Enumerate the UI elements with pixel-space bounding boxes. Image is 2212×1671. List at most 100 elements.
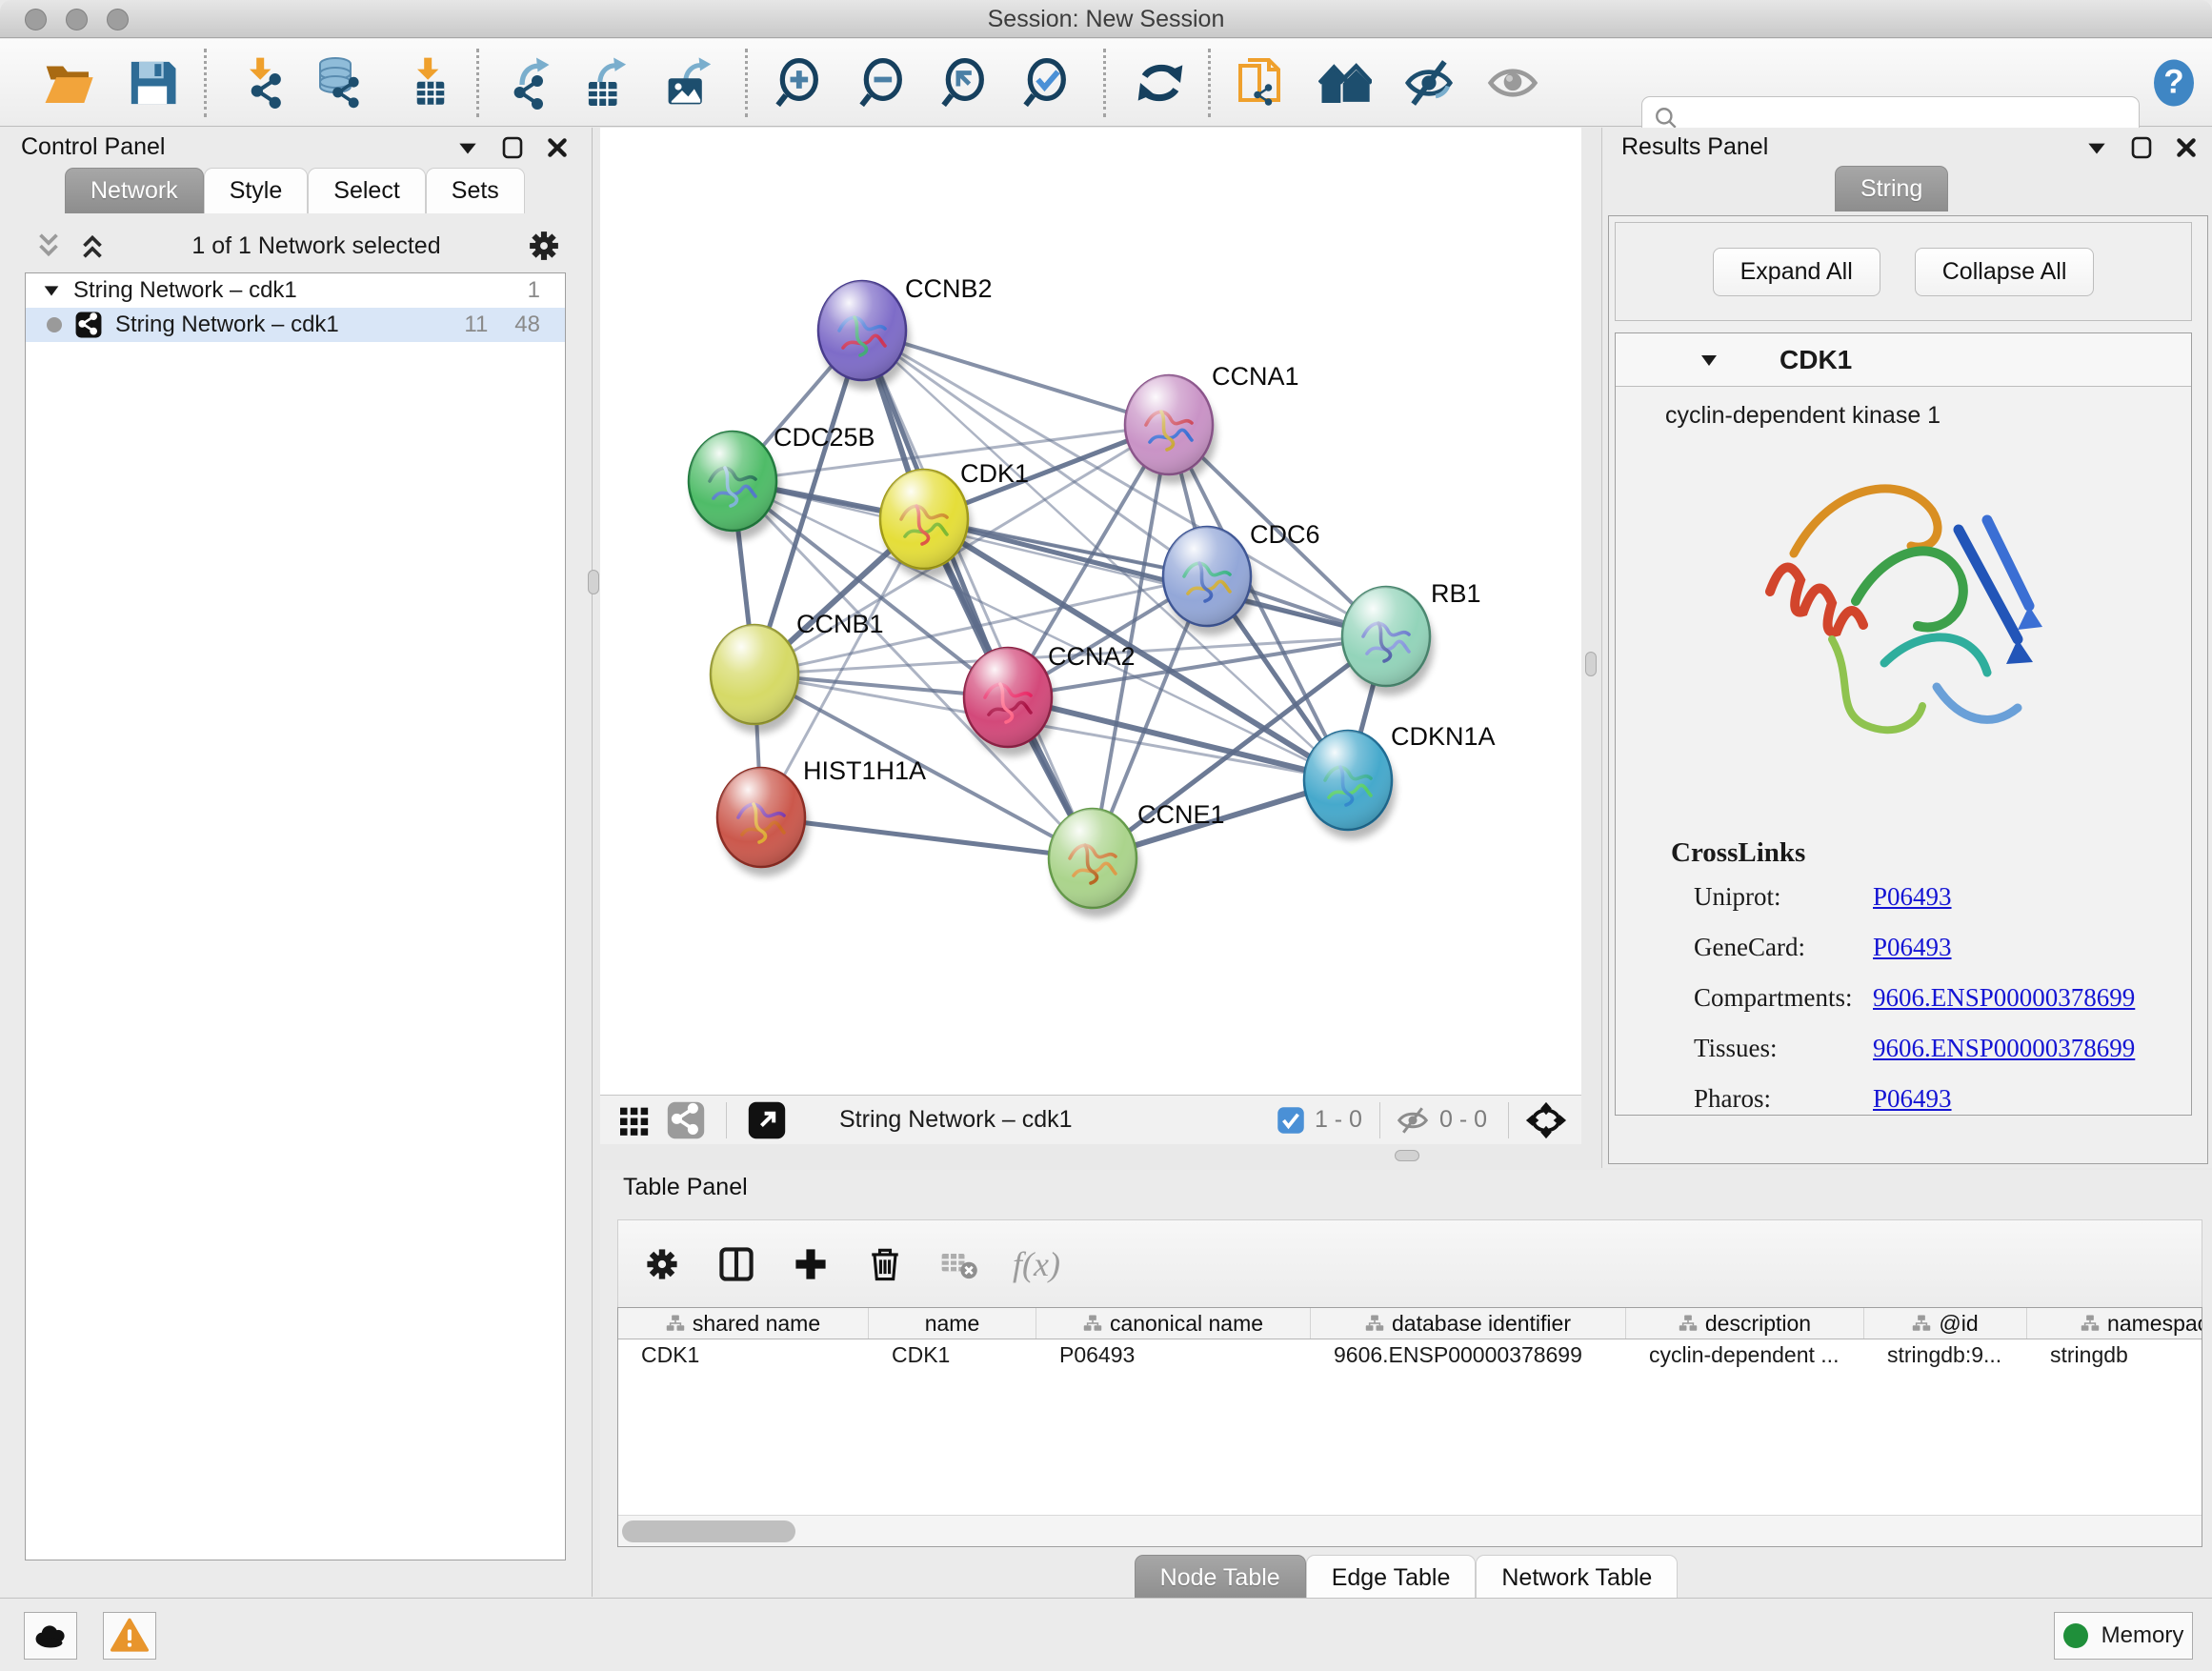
crosslink-link[interactable]: P06493 (1873, 933, 1952, 962)
traffic-lights[interactable] (25, 9, 129, 30)
column-header-canonical-name[interactable]: canonical name (1036, 1308, 1311, 1339)
cloud-status-button[interactable] (24, 1612, 77, 1660)
table-cell[interactable]: P06493 (1036, 1339, 1311, 1371)
tab-sets[interactable]: Sets (426, 168, 525, 213)
save-session-button[interactable] (124, 51, 181, 114)
tab-string[interactable]: String (1835, 166, 1948, 211)
table-row[interactable]: CDK1CDK1P064939606.ENSP00000378699cyclin… (618, 1339, 2202, 1371)
add-column-icon[interactable] (790, 1243, 832, 1285)
minimize-window-icon[interactable] (66, 9, 88, 30)
crosslink-link[interactable]: P06493 (1873, 1084, 1952, 1114)
close-window-icon[interactable] (25, 9, 47, 30)
zoom-selected-button[interactable] (1019, 51, 1076, 114)
gene-section-header[interactable]: CDK1 (1616, 333, 2191, 387)
tree-expander-icon[interactable] (41, 280, 62, 301)
zoom-fit-button[interactable] (937, 51, 995, 114)
tab-edge-table[interactable]: Edge Table (1306, 1555, 1477, 1601)
network-annotations-button[interactable] (1233, 51, 1290, 114)
float-panel-icon[interactable] (501, 135, 524, 160)
apply-layout-button[interactable] (1132, 51, 1189, 114)
crosslink-link[interactable]: P06493 (1873, 882, 1952, 912)
help-button[interactable]: ? (2145, 51, 2202, 114)
table-horizontal-scrollbar[interactable] (618, 1515, 2202, 1546)
column-header-shared-name[interactable]: shared name (618, 1308, 869, 1339)
zoom-window-icon[interactable] (107, 9, 129, 30)
network-graph[interactable]: CCNB2CCNA1CDC25BCDK1CDC6RB1CCNB1CCNA2CDK… (600, 128, 1581, 1095)
zoom-in-button[interactable] (772, 51, 829, 114)
panel-menu-icon[interactable] (455, 135, 480, 160)
table-cell[interactable]: stringdb:9... (1864, 1339, 2027, 1371)
scrollbar-thumb[interactable] (622, 1520, 795, 1542)
float-panel-icon[interactable] (2130, 135, 2153, 160)
warnings-button[interactable] (103, 1612, 156, 1660)
network-row[interactable]: String Network – cdk1 11 48 (26, 308, 565, 342)
delete-column-icon[interactable] (864, 1243, 906, 1285)
grid-view-icon[interactable] (615, 1101, 654, 1139)
bottom-splitter-handle[interactable] (1395, 1150, 1419, 1161)
memory-button[interactable]: Memory (2054, 1612, 2193, 1660)
tab-network[interactable]: Network (65, 168, 204, 213)
column-header-name[interactable]: name (869, 1308, 1036, 1339)
node-CCNA2[interactable]: CCNA2 (964, 642, 1136, 756)
open-session-button[interactable] (40, 51, 97, 114)
column-header-database-identifier[interactable]: database identifier (1311, 1308, 1626, 1339)
node-table[interactable]: shared namenamecanonical namedatabase id… (617, 1307, 2202, 1547)
home-networks-button[interactable] (1317, 51, 1374, 114)
node-CDK1[interactable]: CDK1 (880, 459, 1029, 578)
table-cell[interactable]: 9606.ENSP00000378699 (1311, 1339, 1626, 1371)
import-network-file-button[interactable] (232, 51, 290, 114)
export-table-button[interactable] (577, 51, 634, 114)
expand-all-button[interactable]: Expand All (1713, 248, 1880, 296)
node-CCNB2[interactable]: CCNB2 (818, 274, 993, 390)
zoom-out-button[interactable] (855, 51, 913, 114)
network-collection-row[interactable]: String Network – cdk1 1 (26, 273, 565, 308)
column-header-description[interactable]: description (1626, 1308, 1864, 1339)
tab-style[interactable]: Style (204, 168, 309, 213)
table-cell[interactable]: cyclin-dependent ... (1626, 1339, 1864, 1371)
tab-select[interactable]: Select (308, 168, 425, 213)
import-network-database-button[interactable] (311, 51, 368, 114)
left-splitter-handle[interactable] (588, 570, 599, 594)
column-header-@id[interactable]: @id (1864, 1308, 2027, 1339)
expand-all-tree-icon[interactable] (32, 230, 65, 262)
export-image-button[interactable] (661, 51, 718, 114)
crosslink-link[interactable]: 9606.ENSP00000378699 (1873, 983, 2135, 1013)
network-canvas[interactable]: CCNB2CCNA1CDC25BCDK1CDC6RB1CCNB1CCNA2CDK… (600, 128, 1581, 1095)
birdseye-view-icon[interactable] (1524, 1098, 1568, 1142)
node-CDKN1A[interactable]: CDKN1A (1304, 722, 1496, 839)
show-columns-icon[interactable] (715, 1243, 757, 1285)
table-settings-gear-icon[interactable] (641, 1243, 683, 1285)
panel-menu-icon[interactable] (2084, 135, 2109, 160)
collapse-all-tree-icon[interactable] (76, 230, 109, 262)
import-table-button[interactable] (398, 51, 455, 114)
hide-selected-button[interactable] (1400, 51, 1458, 114)
table-cell[interactable]: stringdb (2027, 1339, 2202, 1371)
crosslink-link[interactable]: 9606.ENSP00000378699 (1873, 1034, 2135, 1063)
gear-icon[interactable] (524, 226, 564, 266)
node-CDC25B[interactable]: CDC25B (689, 423, 875, 540)
collapse-all-button[interactable]: Collapse All (1915, 248, 2095, 296)
close-panel-icon[interactable] (545, 135, 570, 160)
tab-network-table[interactable]: Network Table (1476, 1555, 1678, 1601)
column-header-namespace[interactable]: namespace (2027, 1308, 2202, 1339)
delete-table-icon[interactable] (938, 1243, 980, 1285)
network-view-icon[interactable] (667, 1101, 705, 1139)
tab-node-table[interactable]: Node Table (1135, 1555, 1306, 1601)
table-cell[interactable]: CDK1 (869, 1339, 1036, 1371)
collapse-section-icon[interactable] (1698, 349, 1720, 372)
selected-checkbox-icon[interactable] (1277, 1106, 1305, 1135)
node-CCNE1[interactable]: CCNE1 (1049, 800, 1225, 917)
detach-view-icon[interactable] (748, 1101, 786, 1139)
edge-HIST1H1A-CCNE1[interactable] (761, 817, 1093, 858)
right-splitter-handle[interactable] (1585, 652, 1597, 676)
node-HIST1H1A[interactable]: HIST1H1A (717, 756, 926, 876)
function-builder-icon[interactable]: f(x) (1013, 1244, 1060, 1284)
hidden-eye-icon[interactable] (1396, 1103, 1430, 1137)
close-panel-icon[interactable] (2174, 135, 2199, 160)
node-CDC6[interactable]: CDC6 (1163, 520, 1320, 635)
show-all-button[interactable] (1484, 51, 1541, 114)
table-cell[interactable]: CDK1 (618, 1339, 869, 1371)
node-CCNB1[interactable]: CCNB1 (711, 610, 884, 734)
node-RB1[interactable]: RB1 (1342, 579, 1481, 695)
export-network-button[interactable] (503, 51, 560, 114)
